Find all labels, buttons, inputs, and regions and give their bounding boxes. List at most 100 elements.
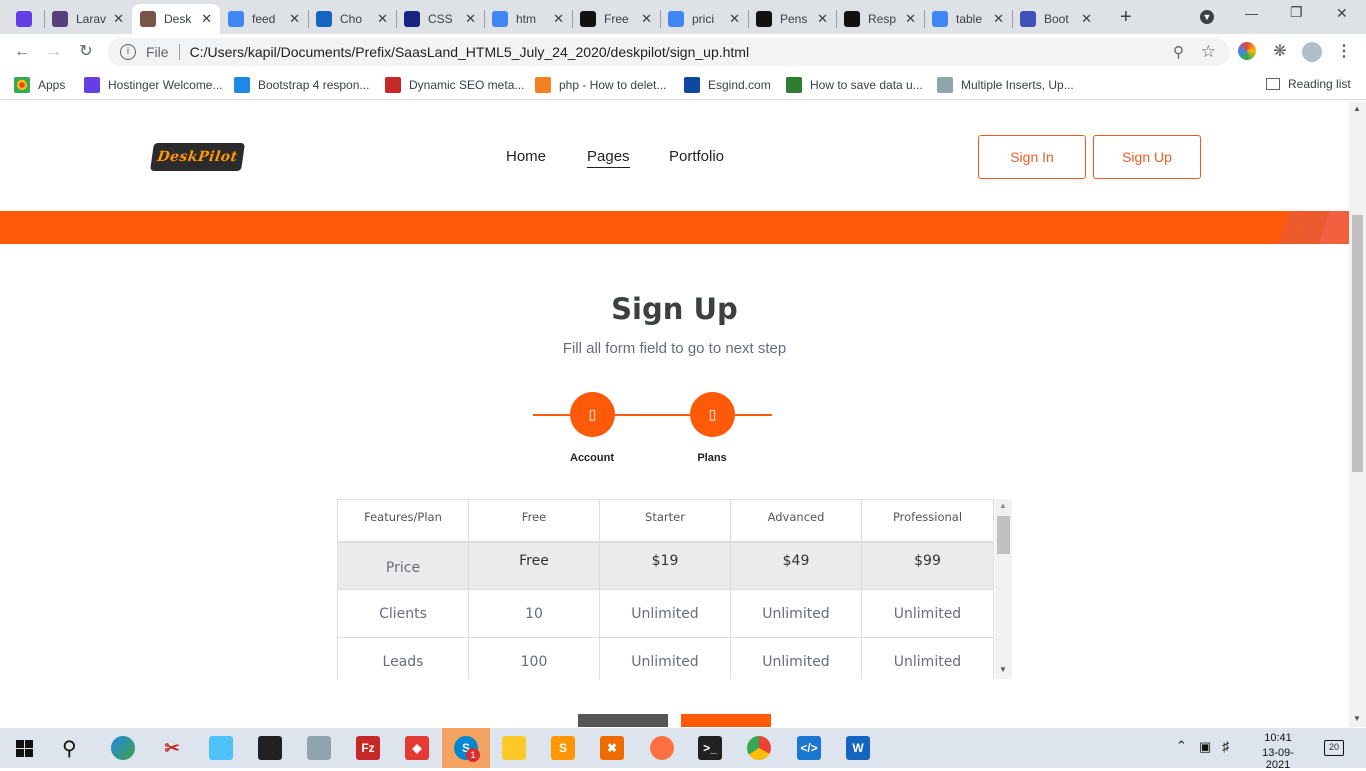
bookmark-item[interactable]: Bootstrap 4 respon... <box>234 77 369 93</box>
browser-tab[interactable]: Larav ✕ <box>44 4 132 34</box>
tab-close-icon[interactable]: ✕ <box>113 11 124 27</box>
nav-pages[interactable]: Pages <box>587 148 630 168</box>
extension-color-icon[interactable] <box>1238 42 1256 60</box>
minimize-icon[interactable]: — <box>1245 6 1258 21</box>
avatar[interactable] <box>1302 42 1322 62</box>
close-window-icon[interactable]: ✕ <box>1336 5 1348 22</box>
sublime-icon[interactable]: S <box>551 736 575 760</box>
menu-icon[interactable]: ⋮ <box>1334 42 1354 62</box>
tab-close-icon[interactable]: ✕ <box>553 11 564 27</box>
stepper-line <box>533 414 772 416</box>
bookmark-item[interactable]: Hostinger Welcome... <box>84 77 223 93</box>
restore-icon[interactable]: ❐ <box>1290 4 1303 21</box>
bookmark-item[interactable]: php - How to delet... <box>535 77 666 93</box>
reading-list-button[interactable]: Reading list <box>1266 77 1351 91</box>
nav-home[interactable]: Home <box>506 148 546 165</box>
table-cell: Unlimited <box>862 638 994 679</box>
forward-icon[interactable]: → <box>44 42 64 62</box>
browser-tab[interactable]: Pens ✕ <box>748 4 836 34</box>
page-scroll-down-icon[interactable]: ▼ <box>1353 714 1361 723</box>
word-icon[interactable]: W <box>846 736 870 760</box>
page-scroll-up-icon[interactable]: ▲ <box>1353 104 1361 113</box>
table-scrollbar[interactable]: ▲ ▼ <box>995 499 1012 679</box>
tab-close-icon[interactable]: ✕ <box>465 11 476 27</box>
tab-close-icon[interactable]: ✕ <box>289 11 300 27</box>
sign-up-button[interactable]: Sign Up <box>1093 135 1201 179</box>
bookmark-favicon-icon <box>937 77 953 93</box>
bookmark-item[interactable]: How to save data u... <box>786 77 923 93</box>
code-icon <box>404 11 420 27</box>
skype-active-tab[interactable]: S 1 <box>442 728 490 768</box>
table-header-cell: Advanced <box>731 500 862 543</box>
scroll-thumb[interactable] <box>997 516 1010 554</box>
control-panel-icon[interactable] <box>209 736 233 760</box>
tray-chevron-icon[interactable]: ⌃ <box>1176 738 1187 754</box>
tab-close-icon[interactable]: ✕ <box>377 11 388 27</box>
clock[interactable]: 10:41 13-09-2021 <box>1251 732 1305 771</box>
sticky-notes-icon[interactable] <box>258 736 282 760</box>
edge-icon[interactable] <box>111 736 135 760</box>
browser-tab[interactable]: Free ✕ <box>572 4 660 34</box>
snipping-tool-icon[interactable]: ✂ <box>160 736 184 760</box>
sign-in-button[interactable]: Sign In <box>978 135 1086 179</box>
bookmark-item[interactable]: Multiple Inserts, Up... <box>937 77 1074 93</box>
tab-close-icon[interactable]: ✕ <box>993 11 1004 27</box>
prev-button[interactable] <box>578 714 668 727</box>
file-explorer-icon[interactable] <box>502 736 526 760</box>
star-icon[interactable]: ☆ <box>1201 42 1216 62</box>
info-icon[interactable]: i <box>120 44 136 60</box>
step-account-icon[interactable]: ▯ <box>570 392 615 437</box>
reload-icon[interactable]: ↻ <box>76 42 96 62</box>
filezilla-icon[interactable]: Fz <box>356 736 380 760</box>
table-cell: Unlimited <box>600 590 731 638</box>
address-bar[interactable]: i File C:/Users/kapil/Documents/Prefix/S… <box>108 38 1230 66</box>
network-icon[interactable]: ▣ <box>1199 739 1211 755</box>
page-scroll-thumb[interactable] <box>1352 215 1363 472</box>
step-plans-icon[interactable]: ▯ <box>690 392 735 437</box>
scroll-up-icon[interactable]: ▲ <box>999 501 1007 510</box>
apps-shortcut[interactable]: Apps <box>14 77 65 93</box>
bookmark-label: Bootstrap 4 respon... <box>258 78 370 92</box>
browser-tab[interactable]: htm ✕ <box>484 4 572 34</box>
tab-close-icon[interactable]: ✕ <box>729 11 740 27</box>
browser-tab[interactable]: Cho ✕ <box>308 4 396 34</box>
scroll-down-icon[interactable]: ▼ <box>999 665 1007 674</box>
browser-tab[interactable]: Resp ✕ <box>836 4 924 34</box>
address-prefix: File <box>146 44 169 60</box>
vscode-icon[interactable]: </> <box>797 736 821 760</box>
browser-tab[interactable]: Desk ✕ <box>132 4 220 34</box>
bookmark-item[interactable]: Esgind.com <box>684 77 771 93</box>
tab-close-icon[interactable]: ✕ <box>1081 11 1092 27</box>
browser-tab[interactable]: Boot ✕ <box>1012 4 1100 34</box>
notification-icon[interactable]: 20 <box>1324 740 1344 756</box>
tab-close-icon[interactable]: ✕ <box>905 11 916 27</box>
site-logo[interactable]: DeskPilot <box>150 143 245 171</box>
bookmark-item[interactable]: Dynamic SEO meta... <box>385 77 524 93</box>
windows-start-icon[interactable] <box>16 740 33 757</box>
new-tab-icon[interactable]: + <box>1120 6 1132 29</box>
search-icon[interactable]: ⚲ <box>62 736 77 761</box>
chrome-icon[interactable] <box>747 736 771 760</box>
terminal-icon[interactable]: >_ <box>698 736 722 760</box>
tab-search-icon[interactable]: ▼ <box>1200 10 1214 24</box>
back-icon[interactable]: ← <box>12 42 32 62</box>
page-scrollbar[interactable]: ▲ ▼ <box>1349 102 1366 727</box>
browser-tab[interactable]: table ✕ <box>924 4 1012 34</box>
browser-tab[interactable]: feed ✕ <box>220 4 308 34</box>
postman-icon[interactable] <box>650 736 674 760</box>
tab-close-icon[interactable]: ✕ <box>641 11 652 27</box>
next-button[interactable] <box>681 714 771 727</box>
browser-tab[interactable] <box>8 4 44 34</box>
bookmark-favicon-icon <box>684 77 700 93</box>
anydesk-icon[interactable]: ◆ <box>405 736 429 760</box>
tab-close-icon[interactable]: ✕ <box>817 11 828 27</box>
app-window-icon[interactable] <box>307 736 331 760</box>
browser-tab[interactable]: prici ✕ <box>660 4 748 34</box>
volume-icon[interactable]: ♯ <box>1222 738 1229 754</box>
browser-tab[interactable]: CSS ✕ <box>396 4 484 34</box>
nav-portfolio[interactable]: Portfolio <box>669 148 724 165</box>
xampp-icon[interactable]: ✖ <box>600 736 624 760</box>
zoom-icon[interactable]: ⚲ <box>1173 43 1184 61</box>
puzzle-icon[interactable]: ❋ <box>1270 42 1290 62</box>
tab-close-icon[interactable]: ✕ <box>201 11 212 27</box>
